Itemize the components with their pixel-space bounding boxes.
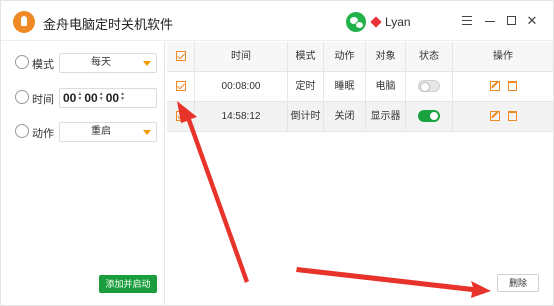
row-target: 显示器 — [366, 102, 406, 132]
seconds-spinner-icon[interactable]: ▲ ▼ — [120, 92, 126, 102]
app-title: 金舟电脑定时关机软件 — [43, 17, 174, 32]
wechat-icon[interactable] — [346, 12, 366, 32]
select-all-checkbox[interactable] — [167, 42, 195, 72]
checkbox-icon[interactable] — [175, 81, 186, 92]
alarm-clock-icon — [15, 55, 29, 69]
add-and-start-button[interactable]: 添加并启动 — [99, 275, 157, 293]
row-checkbox[interactable] — [167, 102, 195, 132]
time-input[interactable]: 00▲ ▼ 00▲ ▼ 00▲ ▼ — [59, 88, 157, 108]
time-seconds[interactable]: 00 — [106, 89, 119, 107]
checkbox-icon[interactable] — [175, 51, 186, 62]
table-row[interactable]: 14:58:12 倒计时 关闭 显示器 — [167, 102, 553, 132]
header-time: 时间 — [195, 42, 288, 72]
chevron-down-icon — [143, 61, 151, 66]
action-label: 动作 — [32, 128, 54, 140]
header-action: 动作 — [324, 42, 366, 72]
action-value: 重启 — [91, 126, 111, 137]
row-operations — [453, 102, 553, 132]
user-name[interactable]: Lyan — [385, 15, 411, 29]
time-hours[interactable]: 00 — [63, 89, 76, 107]
mode-label: 模式 — [32, 59, 54, 71]
row-status — [406, 72, 453, 102]
mode-select[interactable]: 每天 — [59, 53, 157, 73]
vip-gem-icon — [370, 16, 382, 28]
maximize-icon[interactable] — [503, 13, 519, 29]
hours-spinner-icon[interactable]: ▲ ▼ — [77, 92, 83, 102]
row-target: 电脑 — [366, 72, 406, 102]
header-status: 状态 — [406, 42, 453, 72]
close-icon[interactable]: ✕ — [524, 13, 540, 29]
trash-icon[interactable] — [507, 111, 517, 122]
gear-icon — [15, 124, 29, 138]
status-toggle[interactable] — [418, 110, 440, 123]
row-status — [406, 102, 453, 132]
table-header: 时间 模式 动作 对象 状态 操作 — [167, 42, 553, 72]
arrow-to-delete — [296, 267, 491, 298]
status-toggle[interactable] — [418, 80, 440, 93]
chevron-down-icon — [143, 130, 151, 135]
action-select[interactable]: 重启 — [59, 122, 157, 142]
row-checkbox[interactable] — [167, 72, 195, 102]
time-label: 时间 — [32, 94, 54, 106]
settings-panel: 模式 每天 时间 00▲ ▼ 00▲ ▼ 00▲ ▼ 动作 重启 添加并启动 — [1, 42, 165, 306]
app-logo-icon — [13, 11, 35, 33]
edit-icon[interactable] — [489, 111, 500, 122]
clock-icon — [15, 90, 29, 104]
mode-value: 每天 — [91, 57, 111, 68]
row-time: 14:58:12 — [195, 102, 288, 132]
minutes-spinner-icon[interactable]: ▲ ▼ — [99, 92, 105, 102]
minimize-icon[interactable] — [482, 13, 498, 29]
row-operations — [453, 72, 553, 102]
delete-button[interactable]: 删除 — [497, 274, 539, 292]
table-row[interactable]: 00:08:00 定时 睡眠 电脑 — [167, 72, 553, 102]
checkbox-icon[interactable] — [175, 111, 186, 122]
header-operations: 操作 — [493, 51, 513, 62]
trash-icon[interactable] — [507, 81, 517, 92]
row-mode: 定时 — [288, 72, 324, 102]
time-minutes[interactable]: 00 — [84, 89, 97, 107]
app-window: 金舟电脑定时关机软件 Lyan ✕ 模式 每天 时间 00▲ ▼ 00▲ ▼ 00▲ ▼ … — [0, 0, 554, 306]
title-bar: 金舟电脑定时关机软件 Lyan ✕ — [1, 1, 553, 41]
row-time: 00:08:00 — [195, 72, 288, 102]
menu-icon[interactable] — [459, 13, 475, 29]
header-target: 对象 — [366, 42, 406, 72]
row-action: 睡眠 — [324, 72, 366, 102]
header-mode: 模式 — [288, 42, 324, 72]
row-action: 关闭 — [324, 102, 366, 132]
row-mode: 倒计时 — [288, 102, 324, 132]
edit-icon[interactable] — [489, 81, 500, 92]
